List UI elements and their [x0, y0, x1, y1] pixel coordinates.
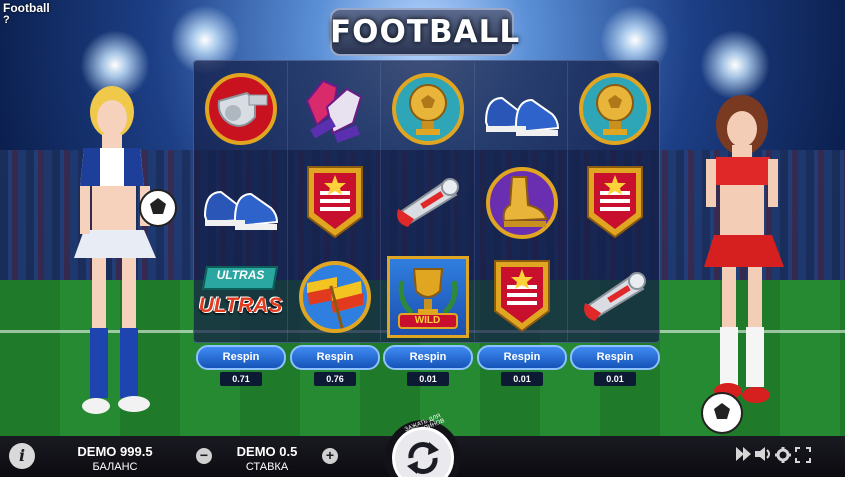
- symbol-flags: [288, 250, 381, 344]
- symbol-golden-ball-trophy: [381, 62, 474, 156]
- info-icon[interactable]: i: [9, 443, 35, 469]
- respin-price-reel-4: 0.01: [501, 372, 543, 386]
- app-title: Football: [3, 1, 50, 15]
- symbol-pennant: [568, 156, 661, 250]
- help-button[interactable]: ?: [3, 14, 10, 26]
- fast-forward-icon[interactable]: [736, 447, 752, 465]
- golden-boot-icon: [485, 167, 558, 239]
- goalkeeper-gloves-icon: [305, 79, 362, 143]
- balance-value: DEMO 999.5: [77, 444, 153, 459]
- stadium-light: [700, 30, 770, 100]
- respin-price-reel-1: 0.71: [220, 372, 262, 386]
- symbol-shoes: [475, 62, 568, 156]
- symbol-wild: WILD: [381, 250, 474, 344]
- symbol-shoes: [194, 156, 287, 250]
- symbol-ultras: ULTRAS ULTRAS: [194, 250, 287, 344]
- reel-3: WILD: [381, 60, 474, 343]
- plus-icon[interactable]: +: [322, 448, 338, 464]
- symbol-pennant: [475, 250, 568, 344]
- ultras-badge: ULTRAS ULTRAS: [198, 262, 284, 332]
- bet-value: DEMO 0.5: [236, 444, 298, 459]
- pennant-icon: [306, 166, 363, 239]
- sneakers-icon: [484, 96, 559, 136]
- horn-icon: [396, 178, 459, 227]
- wild-tile: WILD: [386, 256, 469, 338]
- symbol-horn: [381, 156, 474, 250]
- flags-icon: [298, 261, 371, 333]
- pennant-icon: [493, 260, 550, 333]
- minus-icon[interactable]: −: [196, 448, 212, 464]
- golden-ball-trophy-icon: [578, 73, 651, 145]
- sound-icon[interactable]: [755, 447, 773, 465]
- sneakers-icon: [203, 190, 278, 230]
- symbol-whistle: [194, 62, 287, 156]
- reel-2: [288, 60, 381, 343]
- horn-icon: [583, 272, 646, 321]
- symbol-pennant: [288, 156, 381, 250]
- cheerleader-right: [701, 95, 784, 434]
- respin-button-reel-1[interactable]: Respin: [196, 345, 286, 370]
- ultras-bottom-text: ULTRAS: [198, 294, 283, 317]
- fullscreen-icon[interactable]: [795, 447, 811, 467]
- respin-button-reel-2[interactable]: Respin: [290, 345, 380, 370]
- symbol-golden-ball-trophy: [568, 62, 661, 156]
- spin-icon: [407, 442, 439, 474]
- balance-label: БАЛАНС: [92, 461, 138, 473]
- bet-label: СТАВКА: [245, 461, 289, 473]
- symbol-horn: [568, 250, 661, 344]
- reel-5: [568, 60, 661, 343]
- respin-price-reel-5: 0.01: [594, 372, 636, 386]
- respin-button-reel-3[interactable]: Respin: [383, 345, 473, 370]
- gear-icon[interactable]: [775, 447, 791, 467]
- respin-price-reel-2: 0.76: [314, 372, 356, 386]
- symbol-golden-boot: [475, 156, 568, 250]
- game-stage: Football ? FOOTBALL ULTRAS ULTRAS WILD R…: [0, 0, 845, 477]
- cheerleader-left: [74, 86, 177, 414]
- respin-button-reel-4[interactable]: Respin: [477, 345, 567, 370]
- golden-ball-trophy-icon: [391, 73, 464, 145]
- trophy-icon: [398, 268, 457, 315]
- symbol-gloves: [288, 62, 381, 156]
- ultras-top-text: ULTRAS: [216, 268, 265, 282]
- reel-1: ULTRAS ULTRAS: [194, 60, 287, 343]
- game-logo: FOOTBALL: [330, 14, 521, 50]
- whistle-icon: [204, 73, 277, 145]
- pennant-icon: [586, 166, 643, 239]
- wild-label: WILD: [397, 313, 458, 329]
- respin-button-reel-5[interactable]: Respin: [570, 345, 660, 370]
- respin-price-reel-3: 0.01: [407, 372, 449, 386]
- reel-4: [475, 60, 568, 343]
